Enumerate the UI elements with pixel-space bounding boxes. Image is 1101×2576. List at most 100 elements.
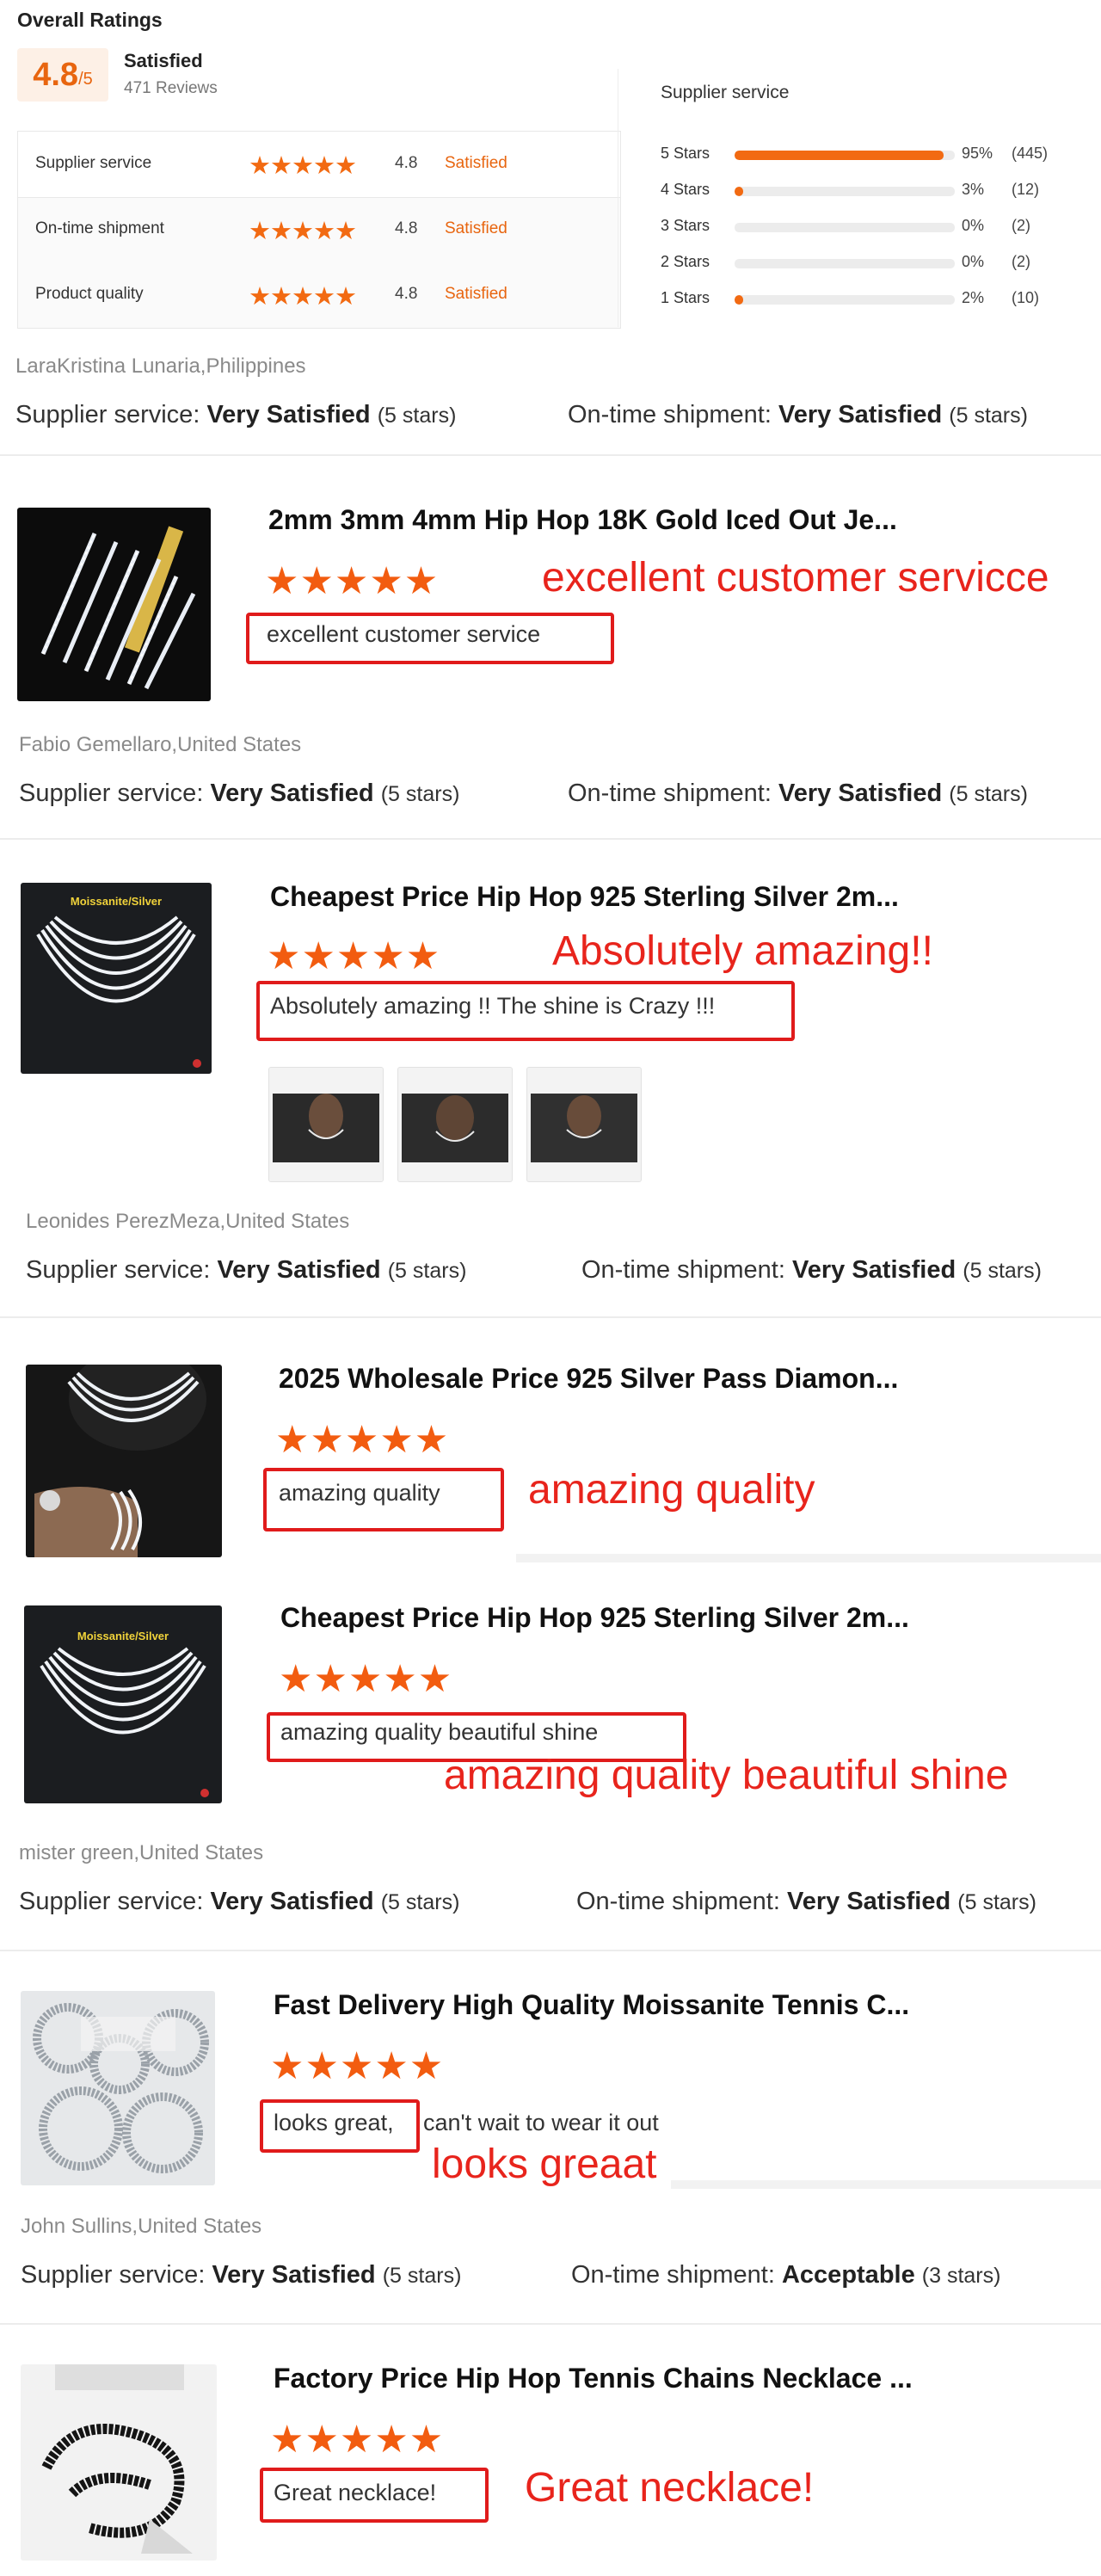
- review-separator: [0, 1316, 1101, 1318]
- review-comment: Great necklace!: [274, 2480, 437, 2505]
- reviewer-name: Leonides PerezMeza,United States: [26, 1210, 350, 1233]
- shipment-stars: (5 stars): [949, 782, 1028, 806]
- distribution-percent: 95%: [962, 145, 993, 162]
- product-thumbnail[interactable]: [17, 508, 211, 701]
- supplier-service-rating: Supplier service: Very Satisfied (5 star…: [15, 401, 456, 429]
- supplier-service-rating: Supplier service: Very Satisfied (5 star…: [26, 1256, 466, 1285]
- shipment-label: On-time shipment:: [571, 2261, 775, 2289]
- distribution-bar: [735, 151, 955, 160]
- distribution-percent: 0%: [962, 217, 985, 234]
- shipment-value: Acceptable: [781, 2261, 915, 2289]
- category-ratings-table: Supplier service ★★★★★ 4.8 Satisfied On-…: [17, 131, 621, 329]
- review-photo-3[interactable]: [526, 1067, 642, 1182]
- review-star-rating: ★★★★★: [279, 1658, 453, 1700]
- distribution-row-3[interactable]: 3 Stars 0% (2): [661, 212, 1073, 246]
- product-title[interactable]: Fast Delivery High Quality Moissanite Te…: [274, 1989, 909, 2021]
- category-row-product-quality[interactable]: Product quality ★★★★★ 4.8 Satisfied: [18, 262, 620, 328]
- product-title[interactable]: Factory Price Hip Hop Tennis Chains Neck…: [274, 2363, 913, 2394]
- supplier-service-label: Supplier service:: [26, 1256, 211, 1284]
- distribution-label: 2 Stars: [661, 253, 710, 270]
- shipment-stars: (3 stars): [921, 2264, 1001, 2288]
- distribution-label: 5 Stars: [661, 145, 710, 162]
- comment-annotation: Absolutely amazing!!: [552, 928, 933, 974]
- overall-score-badge: 4.8/5: [17, 48, 108, 102]
- product-thumbnail[interactable]: [26, 1365, 222, 1557]
- shipment-label: On-time shipment:: [568, 401, 772, 428]
- supplier-service-value: Very Satisfied: [206, 401, 371, 428]
- product-thumbnail[interactable]: Moissanite/Silver: [24, 1605, 222, 1803]
- category-name: Supplier service: [35, 154, 152, 172]
- review-comment: amazing quality: [279, 1480, 440, 1506]
- product-title[interactable]: Cheapest Price Hip Hop 925 Sterling Silv…: [280, 1602, 909, 1634]
- shipment-value: Very Satisfied: [786, 1888, 951, 1915]
- comment-annotation: looks greaat: [432, 2142, 657, 2187]
- thumbnail-watermark: Moissanite/Silver: [71, 895, 162, 908]
- overall-status: Satisfied: [124, 50, 203, 71]
- category-star-rating: ★★★★★: [249, 283, 357, 311]
- supplier-service-stars: (5 stars): [380, 1890, 460, 1914]
- category-row-on-time-shipment[interactable]: On-time shipment ★★★★★ 4.8 Satisfied: [18, 197, 620, 262]
- distribution-count: (12): [1012, 181, 1040, 198]
- distribution-bar: [735, 259, 955, 268]
- shipment-rating: On-time shipment: Acceptable (3 stars): [571, 2261, 1000, 2289]
- supplier-service-stars: (5 stars): [382, 2264, 462, 2288]
- shipment-rating: On-time shipment: Very Satisfied (5 star…: [576, 1888, 1036, 1916]
- product-title[interactable]: 2025 Wholesale Price 925 Silver Pass Dia…: [279, 1363, 898, 1395]
- shipment-stars: (5 stars): [957, 1890, 1036, 1914]
- review-star-rating: ★★★★★: [270, 2419, 445, 2461]
- category-name: Product quality: [35, 285, 144, 303]
- review-star-rating: ★★★★★: [270, 2045, 445, 2087]
- review-photo-2[interactable]: [397, 1067, 513, 1182]
- distribution-percent: 0%: [962, 253, 985, 270]
- distribution-count: (2): [1012, 253, 1030, 270]
- distribution-row-1[interactable]: 1 Stars 2% (10): [661, 284, 1073, 318]
- distribution-bar-fill: [735, 187, 744, 196]
- distribution-count: (445): [1012, 145, 1049, 162]
- review-star-rating: ★★★★★: [265, 560, 440, 602]
- thumbnail-watermark: Moissanite/Silver: [77, 1630, 169, 1642]
- distribution-row-4[interactable]: 4 Stars 3% (12): [661, 176, 1073, 210]
- distribution-row-2[interactable]: 2 Stars 0% (2): [661, 248, 1073, 282]
- faded-divider: [516, 1554, 1101, 1562]
- distribution-percent: 2%: [962, 289, 985, 306]
- review-photo-image: [402, 1094, 508, 1162]
- distribution-count: (2): [1012, 217, 1030, 234]
- comment-annotation: amazing quality beautiful shine: [444, 1753, 1009, 1798]
- reviewer-name: mister green,United States: [19, 1841, 264, 1864]
- black-chain-image: [41, 2364, 193, 2554]
- distribution-bar: [735, 187, 955, 196]
- comment-annotation: amazing quality: [528, 1467, 815, 1513]
- shipment-value: Very Satisfied: [778, 780, 943, 807]
- necklaces-image: Moissanite/Silver: [36, 895, 201, 1068]
- category-score: 4.8: [395, 285, 418, 303]
- supplier-service-value: Very Satisfied: [212, 2261, 376, 2289]
- category-status: Satisfied: [445, 219, 507, 237]
- review-separator: [0, 1950, 1101, 1951]
- category-row-supplier-service[interactable]: Supplier service ★★★★★ 4.8 Satisfied: [18, 132, 620, 198]
- supplier-service-rating: Supplier service: Very Satisfied (5 star…: [21, 2261, 461, 2289]
- category-score: 4.8: [395, 219, 418, 237]
- faded-divider: [671, 2180, 1101, 2189]
- reviewer-name: LaraKristina Lunaria,Philippines: [15, 354, 306, 378]
- product-title[interactable]: Cheapest Price Hip Hop 925 Sterling Silv…: [270, 881, 899, 913]
- overall-review-count: 471 Reviews: [124, 79, 218, 97]
- product-thumbnail[interactable]: [21, 2364, 217, 2561]
- shipment-stars: (5 stars): [963, 1259, 1042, 1283]
- shipment-value: Very Satisfied: [778, 401, 943, 428]
- review-separator: [0, 838, 1101, 840]
- overall-score-suffix: /5: [78, 69, 93, 89]
- category-status: Satisfied: [445, 154, 507, 172]
- review-comment: amazing quality beautiful shine: [280, 1719, 599, 1745]
- shipment-label: On-time shipment:: [576, 1888, 780, 1915]
- category-star-rating: ★★★★★: [249, 152, 357, 180]
- product-thumbnail[interactable]: Moissanite/Silver: [21, 883, 212, 1074]
- distribution-label: 4 Stars: [661, 181, 710, 198]
- necklaces-image: Moissanite/Silver: [40, 1630, 209, 1797]
- product-thumbnail[interactable]: [21, 1991, 215, 2185]
- supplier-service-label: Supplier service:: [19, 780, 204, 807]
- review-photo-1[interactable]: [268, 1067, 384, 1182]
- product-title[interactable]: 2mm 3mm 4mm Hip Hop 18K Gold Iced Out Je…: [268, 504, 897, 536]
- category-name: On-time shipment: [35, 219, 164, 237]
- supplier-service-label: Supplier service:: [15, 401, 200, 428]
- distribution-row-5[interactable]: 5 Stars 95% (445): [661, 139, 1073, 174]
